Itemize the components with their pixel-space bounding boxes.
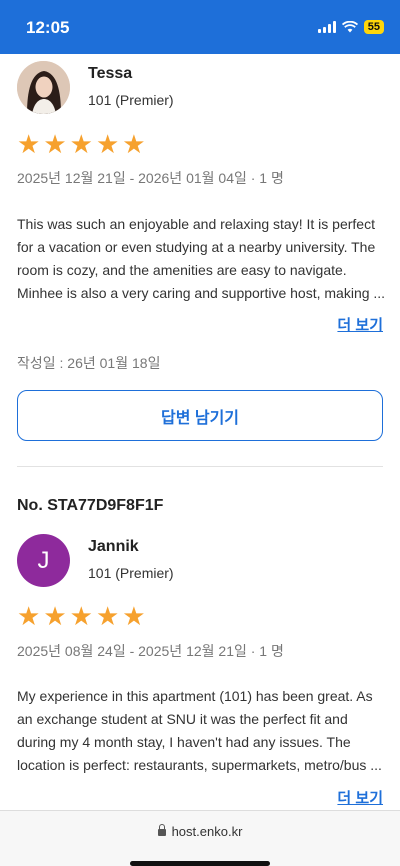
star-icon: ★ <box>43 601 67 631</box>
room-label: 101 (Premier) <box>88 565 174 581</box>
reply-button[interactable]: 답변 남기기 <box>17 390 383 441</box>
room-label: 101 (Premier) <box>88 92 174 108</box>
url-display[interactable]: host.enko.kr <box>0 824 400 839</box>
star-icon: ★ <box>43 129 67 159</box>
star-icon: ★ <box>17 129 41 159</box>
star-icon: ★ <box>95 129 120 159</box>
browser-url-bar[interactable]: host.enko.kr <box>0 810 400 866</box>
star-rating: ★ ★ ★ ★ ★ <box>17 603 146 629</box>
battery-icon: 55 <box>363 20 384 34</box>
read-more-link[interactable]: 더 보기 <box>337 314 383 335</box>
booking-number: No. STA77D9F8F1F <box>17 497 164 514</box>
star-icon: ★ <box>95 601 120 631</box>
stay-dates: 2025년 08월 24일 - 2025년 12월 21일 · 1 명 <box>17 643 284 659</box>
star-rating: ★ ★ ★ ★ ★ <box>17 131 146 157</box>
wifi-icon <box>341 21 358 33</box>
star-icon: ★ <box>69 129 93 159</box>
url-text: host.enko.kr <box>171 824 243 839</box>
star-icon: ★ <box>17 601 41 631</box>
read-more-link[interactable]: 더 보기 <box>337 787 383 808</box>
status-bar: 12:05 55 <box>0 0 400 54</box>
stay-dates: 2025년 12월 21일 - 2026년 01월 04일 · 1 명 <box>17 170 284 186</box>
star-icon: ★ <box>122 601 146 631</box>
star-icon: ★ <box>122 129 146 159</box>
written-date: 작성일 : 26년 01월 18일 <box>17 355 161 371</box>
reviewer-photo-icon <box>17 61 70 114</box>
avatar: J <box>17 534 70 587</box>
avatar <box>17 61 70 114</box>
lock-icon <box>157 824 166 836</box>
review-list[interactable]: Tessa 101 (Premier) ★ ★ ★ ★ ★ 2025년 12월 … <box>0 54 400 810</box>
review-text: My experience in this apartment (101) ha… <box>17 688 382 773</box>
reviewer-name: Jannik <box>88 538 139 555</box>
status-time: 12:05 <box>26 18 70 37</box>
home-indicator[interactable] <box>130 861 270 866</box>
review-text: This was such an enjoyable and relaxing … <box>17 216 386 301</box>
star-icon: ★ <box>69 601 93 631</box>
status-icons: 55 <box>317 20 384 34</box>
reviewer-name: Tessa <box>88 65 133 82</box>
divider <box>17 466 383 467</box>
cellular-signal-icon <box>317 21 336 33</box>
